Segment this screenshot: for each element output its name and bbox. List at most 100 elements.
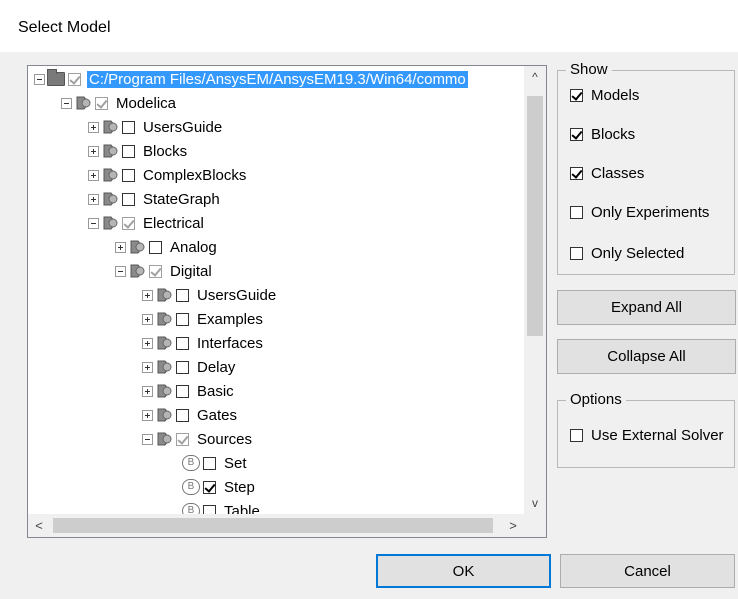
expand-icon[interactable] (88, 193, 99, 205)
package-icon (157, 360, 172, 374)
tree-node-checkbox[interactable] (122, 192, 135, 206)
tree-node-checkbox[interactable] (149, 240, 162, 254)
tree-node-checkbox[interactable] (176, 360, 189, 374)
tree-node[interactable]: Electrical (88, 212, 206, 234)
scroll-left-icon[interactable]: < (28, 514, 50, 537)
tree-node[interactable]: Analog (115, 236, 219, 258)
collapse-all-button[interactable]: Collapse All (557, 339, 736, 374)
tree-node-label[interactable]: ComplexBlocks (141, 167, 248, 184)
scroll-down-icon[interactable]: v (524, 492, 546, 514)
classes-option[interactable]: Classes (570, 165, 644, 182)
expand-icon[interactable] (115, 241, 126, 253)
tree-node-checkbox[interactable] (68, 72, 81, 86)
classes-checkbox[interactable] (570, 167, 583, 180)
tree-node-label[interactable]: Analog (168, 239, 219, 256)
tree-node[interactable]: Basic (142, 380, 236, 402)
tree-node[interactable]: Modelica (61, 92, 178, 114)
blocks-checkbox[interactable] (570, 128, 583, 141)
only-selected-checkbox[interactable] (570, 247, 583, 260)
tree-node-checkbox[interactable] (149, 264, 162, 278)
scroll-up-icon[interactable]: ^ (524, 66, 546, 88)
tree-node[interactable]: UsersGuide (142, 284, 278, 306)
expand-icon[interactable] (142, 361, 153, 373)
collapse-icon[interactable] (142, 433, 153, 445)
scroll-right-icon[interactable]: > (502, 514, 524, 537)
tree-node[interactable]: Gates (142, 404, 239, 426)
tree-node-checkbox[interactable] (122, 120, 135, 134)
cancel-button[interactable]: Cancel (560, 554, 735, 588)
tree-horizontal-scrollbar[interactable]: < > (28, 514, 546, 537)
tree-node-label[interactable]: UsersGuide (141, 119, 224, 136)
tree-node-label[interactable]: Basic (195, 383, 236, 400)
tree-node[interactable]: Sources (142, 428, 254, 450)
tree-node[interactable]: Interfaces (142, 332, 265, 354)
tree-node-checkbox[interactable] (176, 432, 189, 446)
tree-node-checkbox[interactable] (203, 456, 216, 470)
tree-node[interactable]: StateGraph (88, 188, 222, 210)
tree-node-checkbox[interactable] (95, 96, 108, 110)
tree-node-label[interactable]: Set (222, 455, 249, 472)
collapse-icon[interactable] (61, 97, 72, 109)
tree-node[interactable]: Blocks (88, 140, 189, 162)
tree-node-label[interactable]: Step (222, 479, 257, 496)
ok-button[interactable]: OK (376, 554, 551, 588)
tree-node-label[interactable]: Delay (195, 359, 237, 376)
tree-node[interactable]: Digital (115, 260, 214, 282)
tree-node-label[interactable]: UsersGuide (195, 287, 278, 304)
models-checkbox[interactable] (570, 89, 583, 102)
collapse-icon[interactable] (88, 217, 99, 229)
use-external-solver-option[interactable]: Use External Solver (570, 427, 724, 444)
tree-node-checkbox[interactable] (203, 504, 216, 514)
tree-node[interactable]: C:/Program Files/AnsysEM/AnsysEM19.3/Win… (34, 68, 468, 90)
tree-node-checkbox[interactable] (122, 168, 135, 182)
tree-vertical-scrollbar[interactable]: ^ v (524, 66, 546, 514)
tree-node-checkbox[interactable] (176, 288, 189, 302)
collapse-icon[interactable] (115, 265, 126, 277)
collapse-icon[interactable] (34, 73, 45, 85)
tree-node-label[interactable]: StateGraph (141, 191, 222, 208)
expand-icon[interactable] (88, 121, 99, 133)
expand-icon[interactable] (142, 337, 153, 349)
model-tree-panel[interactable]: C:/Program Files/AnsysEM/AnsysEM19.3/Win… (27, 65, 547, 538)
tree-node-checkbox[interactable] (176, 384, 189, 398)
expand-icon[interactable] (88, 169, 99, 181)
tree-node-checkbox[interactable] (122, 216, 135, 230)
expand-icon[interactable] (142, 289, 153, 301)
tree-node-label[interactable]: Digital (168, 263, 214, 280)
models-option[interactable]: Models (570, 87, 639, 104)
tree-node-label[interactable]: Table (222, 503, 262, 515)
blocks-option[interactable]: Blocks (570, 126, 635, 143)
expand-icon[interactable] (88, 145, 99, 157)
tree-node-label[interactable]: Blocks (141, 143, 189, 160)
scroll-thumb-horizontal[interactable] (53, 518, 493, 533)
tree-node[interactable]: B Table (169, 500, 262, 514)
scroll-thumb-vertical[interactable] (527, 96, 543, 336)
tree-node-label[interactable]: Interfaces (195, 335, 265, 352)
tree-node[interactable]: UsersGuide (88, 116, 224, 138)
tree-node[interactable]: B Step (169, 476, 257, 498)
tree-node-checkbox[interactable] (176, 336, 189, 350)
tree-node-label[interactable]: Electrical (141, 215, 206, 232)
only-experiments-checkbox[interactable] (570, 206, 583, 219)
tree-node-label[interactable]: Examples (195, 311, 265, 328)
tree-node[interactable]: ComplexBlocks (88, 164, 248, 186)
tree-node[interactable]: Delay (142, 356, 237, 378)
tree-node-label[interactable]: C:/Program Files/AnsysEM/AnsysEM19.3/Win… (87, 70, 468, 88)
expand-all-button[interactable]: Expand All (557, 290, 736, 325)
tree-node-checkbox[interactable] (203, 480, 216, 494)
only-selected-option[interactable]: Only Selected (570, 245, 684, 262)
expand-icon[interactable] (142, 313, 153, 325)
tree-node[interactable]: B Set (169, 452, 249, 474)
expand-icon[interactable] (142, 385, 153, 397)
model-tree[interactable]: C:/Program Files/AnsysEM/AnsysEM19.3/Win… (28, 66, 546, 514)
only-experiments-option[interactable]: Only Experiments (570, 204, 709, 221)
tree-node[interactable]: Examples (142, 308, 265, 330)
tree-node-checkbox[interactable] (176, 408, 189, 422)
tree-node-checkbox[interactable] (122, 144, 135, 158)
tree-node-label[interactable]: Sources (195, 431, 254, 448)
tree-node-label[interactable]: Gates (195, 407, 239, 424)
expand-icon[interactable] (142, 409, 153, 421)
tree-node-checkbox[interactable] (176, 312, 189, 326)
use-external-solver-checkbox[interactable] (570, 429, 583, 442)
tree-node-label[interactable]: Modelica (114, 95, 178, 112)
